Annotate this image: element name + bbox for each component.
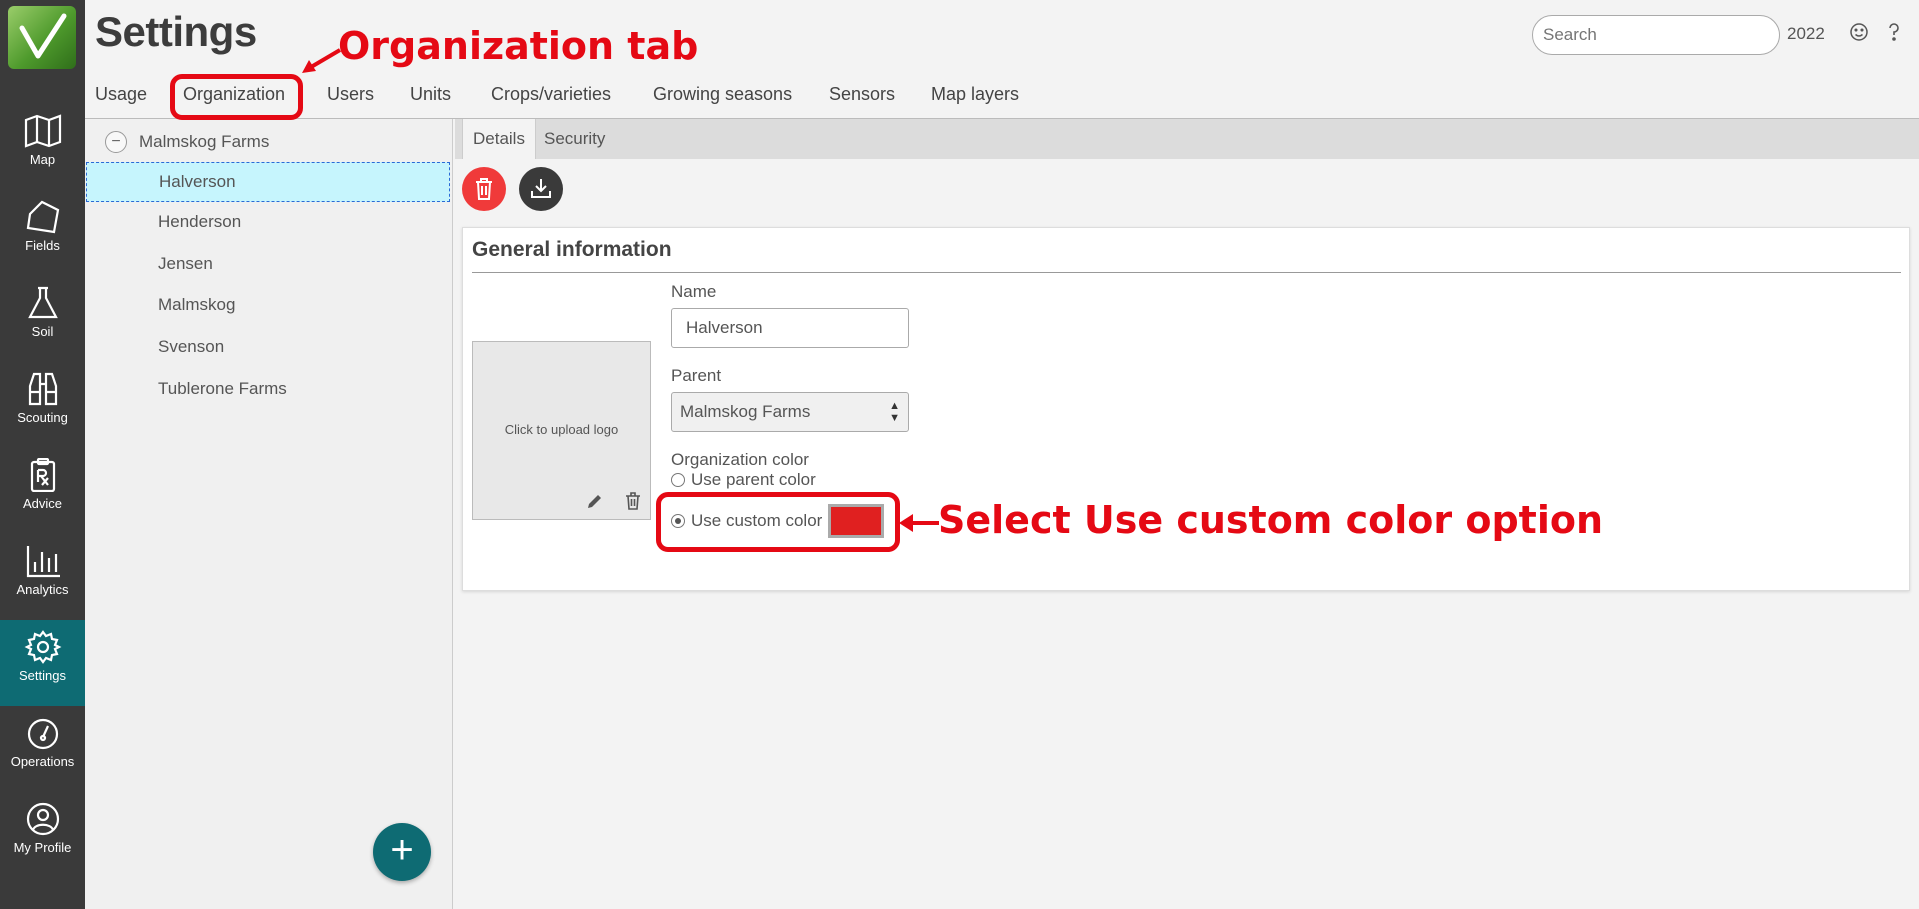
tab-usage[interactable]: Usage [95,84,147,105]
tab-map-layers[interactable]: Map layers [931,84,1019,105]
binoculars-icon [28,372,57,406]
use-parent-color-option[interactable]: Use parent color [671,470,816,490]
nav-fields-label: Fields [25,238,60,253]
nav-advice[interactable]: Advice [0,448,85,534]
trash-icon [476,178,492,200]
user-circle-icon [26,802,59,836]
logo-upload-area[interactable]: Click to upload logo [472,341,651,520]
arrow-icon [899,514,939,532]
nav-scouting[interactable]: Scouting [0,362,85,448]
tab-sensors[interactable]: Sensors [829,84,895,105]
tree-item-henderson[interactable]: Henderson [85,203,451,243]
subtab-details[interactable]: Details [462,119,536,159]
add-organization-button[interactable]: + [373,823,431,881]
card-divider [472,272,1901,273]
sidebar: Map Fields Soil Scouting Advice Analytic… [0,0,85,909]
organization-color-label: Organization color [671,450,809,469]
help-icon[interactable] [1883,22,1905,44]
nav-soil[interactable]: Soil [0,276,85,362]
detail-subtabs: Details Security [455,119,1919,159]
tree-item-jensen[interactable]: Jensen [85,245,451,285]
tree-item-malmskog[interactable]: Malmskog [85,286,451,326]
map-icon [24,114,61,148]
gauge-icon [27,718,58,750]
nav-soil-label: Soil [31,324,54,339]
organization-tab-highlight [170,74,303,120]
nav-analytics-label: Analytics [16,582,69,597]
tab-units[interactable]: Units [410,84,451,105]
nav-my-profile[interactable]: My Profile [0,792,85,878]
year-selector[interactable]: 2022 [1787,24,1825,44]
logo-upload-text: Click to upload logo [504,422,619,437]
page-title: Settings [95,8,257,55]
flask-icon [27,286,58,319]
parent-label: Parent [671,366,722,385]
nav-analytics[interactable]: Analytics [0,534,85,620]
pencil-icon[interactable] [585,492,605,512]
card-title: General information [472,238,672,261]
nav-operations[interactable]: Operations [0,706,85,792]
trash-icon[interactable] [623,492,643,512]
gear-icon [24,630,61,664]
name-label: Name [671,282,717,301]
nav-map[interactable]: Map [0,104,85,190]
app-logo[interactable] [8,6,76,69]
nav-my-profile-label: My Profile [13,840,72,855]
nav-operations-label: Operations [10,754,75,769]
nav-settings-label: Settings [19,668,66,683]
nav-settings[interactable]: Settings [0,620,85,706]
subtab-security[interactable]: Security [534,119,615,159]
custom-color-highlight [656,492,900,552]
tab-users[interactable]: Users [327,84,374,105]
select-arrows-icon: ▲ ▼ [889,400,900,424]
organization-tree: − Malmskog Farms Halverson Henderson Jen… [85,119,453,909]
nav-fields[interactable]: Fields [0,190,85,276]
smiley-icon[interactable] [1848,22,1870,44]
tree-item-tublerone-farms[interactable]: Tublerone Farms [85,370,451,410]
collapse-toggle[interactable]: − [105,131,127,153]
nav-scouting-label: Scouting [17,410,68,425]
tree-root-label: Malmskog Farms [139,132,270,151]
prescription-icon [30,458,55,492]
tab-crops-varieties[interactable]: Crops/varieties [491,84,611,105]
custom-color-annotation: Select Use custom color option [938,498,1604,542]
search-input[interactable] [1532,15,1780,55]
parent-select[interactable]: Malmskog Farms ▲ ▼ [671,392,909,432]
settings-tabs: Usage Organization Users Units Crops/var… [85,84,1919,118]
organization-tab-annotation: Organization tab [338,24,699,68]
delete-button[interactable] [462,167,506,211]
nav-advice-label: Advice [22,496,63,511]
use-parent-color-label: Use parent color [691,470,816,489]
tree-root-item[interactable]: − Malmskog Farms [105,131,269,153]
field-icon [26,200,59,234]
use-parent-color-radio[interactable] [671,473,685,487]
parent-select-value: Malmskog Farms [680,402,811,421]
tab-growing-seasons[interactable]: Growing seasons [653,84,792,105]
tree-item-svenson[interactable]: Svenson [85,328,451,368]
name-field[interactable]: Halverson [671,308,909,348]
bar-chart-icon [26,546,60,578]
download-button[interactable] [519,167,563,211]
tree-item-halverson[interactable]: Halverson [86,162,450,202]
nav-map-label: Map [29,152,56,167]
download-icon [531,179,551,198]
